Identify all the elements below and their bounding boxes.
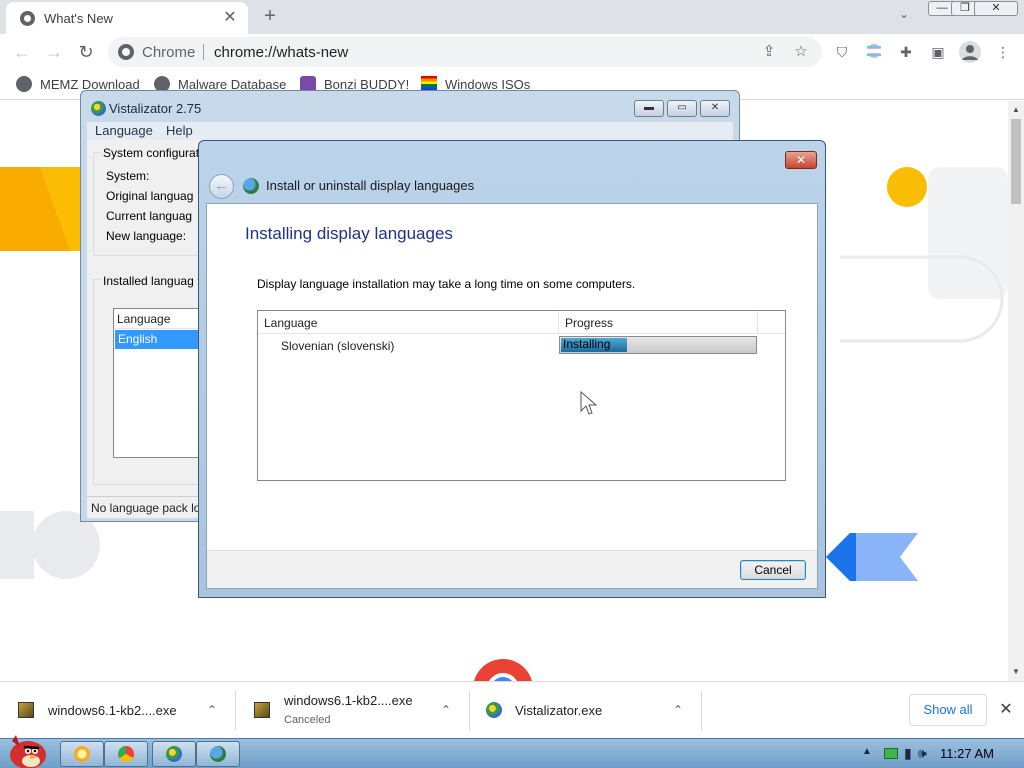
installed-languages-label: Installed languag	[101, 274, 196, 288]
taskbar-vistalizator[interactable]	[152, 741, 196, 767]
taskbar: ▲ ▮ 🕪 11:27 AM	[0, 735, 1024, 768]
window-close-button[interactable]: ✕	[974, 1, 1018, 16]
chrome-site-icon[interactable]	[118, 44, 134, 60]
download-status: Canceled	[284, 714, 331, 726]
page-scrollbar[interactable]: ▲ ▼	[1008, 101, 1024, 681]
column-divider	[757, 311, 758, 334]
vista-minimize-button[interactable]: ▬	[634, 100, 664, 117]
install-progress-bar: Installing	[559, 336, 757, 354]
taskbar-explorer[interactable]	[60, 741, 104, 767]
new-language-label: New language:	[106, 229, 187, 243]
chrome-icon	[118, 746, 134, 762]
scroll-thumb[interactable]	[1011, 119, 1021, 204]
windows-logo-icon	[91, 101, 106, 116]
vistalizator-icon	[166, 746, 182, 762]
current-language-label: Current languag	[106, 209, 193, 223]
chevron-up-icon[interactable]: ⌃	[438, 702, 454, 718]
column-language[interactable]: Language	[264, 316, 317, 330]
cancel-button[interactable]: Cancel	[740, 560, 806, 580]
start-button-angry-bird-icon[interactable]	[4, 731, 50, 768]
system-config-label: System configurat	[101, 146, 202, 160]
dialog-description: Display language installation may take a…	[257, 277, 636, 291]
dialog-close-button[interactable]: ✕	[785, 151, 817, 169]
vistalizator-file-icon	[486, 702, 502, 718]
progress-text: Installing	[563, 337, 611, 351]
row-language-name: Slovenian (slovenski)	[281, 339, 395, 353]
taskbar-chrome[interactable]	[104, 741, 148, 767]
installer-file-icon	[254, 702, 270, 718]
languages-progress-list[interactable]: Language Progress Slovenian (slovenski) …	[257, 310, 786, 481]
menu-help[interactable]: Help	[166, 123, 193, 138]
vista-close-button[interactable]: ✕	[700, 100, 730, 117]
new-tab-button[interactable]: +	[258, 5, 282, 29]
omnibox-chip: Chrome	[142, 44, 196, 61]
power-icon[interactable]: ▮	[904, 745, 912, 762]
profile-icon[interactable]	[959, 41, 981, 63]
install-languages-dialog: ✕ ← Install or uninstall display languag…	[198, 140, 826, 598]
dialog-heading: Installing display languages	[245, 224, 453, 243]
download-item[interactable]: Vistalizator.exe ⌃	[470, 682, 702, 739]
globe-language-icon	[243, 178, 259, 194]
reload-icon[interactable]: ↻	[74, 40, 98, 64]
vista-menubar: Language Help	[87, 122, 733, 140]
installer-file-icon	[18, 702, 34, 718]
list-header: Language Progress	[258, 311, 785, 334]
original-language-label: Original languag	[106, 189, 194, 203]
ublock-icon[interactable]: ⛉	[833, 43, 851, 61]
shelf-close-icon[interactable]: ✕	[996, 700, 1016, 720]
tab-title: What's New	[44, 11, 113, 26]
system-label: System:	[106, 169, 150, 183]
bookmark-star-icon[interactable]: ☆	[792, 43, 810, 61]
download-shelf: windows6.1-kb2....exe ⌃ windows6.1-kb2..…	[0, 681, 1024, 738]
tab-whats-new[interactable]: What's New ✕	[6, 2, 248, 34]
explorer-icon	[74, 746, 90, 762]
tab-close-icon[interactable]: ✕	[220, 8, 240, 28]
forward-icon[interactable]: →	[42, 40, 66, 64]
chrome-favicon-icon	[20, 11, 35, 26]
url-text[interactable]: chrome://whats-new	[214, 44, 348, 61]
tab-bar: What's New ✕ + ⌄ — ❐ ✕	[0, 0, 1024, 34]
language-installer-icon	[210, 746, 226, 762]
vista-maximize-button[interactable]: ▭	[667, 100, 697, 117]
dialog-title: Install or uninstall display languages	[266, 178, 475, 193]
globe-icon	[16, 76, 32, 92]
vistalizator-title: Vistalizator 2.75	[109, 101, 202, 116]
download-filename: windows6.1-kb2....exe	[48, 703, 177, 718]
side-panel-icon[interactable]: ▣	[929, 43, 947, 61]
taskbar-clock[interactable]: 11:27 AM	[940, 746, 994, 761]
taskbar-language-installer[interactable]	[196, 741, 240, 767]
network-icon[interactable]	[884, 748, 898, 759]
show-all-button[interactable]: Show all	[909, 694, 987, 726]
extensions-icon[interactable]: ✚	[897, 43, 915, 61]
scroll-down-icon[interactable]: ▼	[1008, 665, 1024, 679]
menu-icon[interactable]: ⋮	[994, 43, 1012, 61]
browser-toolbar: ← → ↻ Chrome chrome://whats-new ⇪ ☆ ⛉ ✚ …	[0, 34, 1024, 70]
download-filename: Vistalizator.exe	[515, 703, 603, 718]
shelf-divider	[701, 690, 702, 730]
scroll-up-icon[interactable]: ▲	[1008, 103, 1024, 117]
dialog-content: Installing display languages Display lan…	[206, 203, 818, 589]
menu-language[interactable]: Language	[95, 123, 153, 138]
back-arrow-icon[interactable]: ←	[209, 174, 234, 199]
back-icon[interactable]: ←	[10, 40, 34, 64]
column-progress[interactable]: Progress	[565, 316, 613, 330]
download-item[interactable]: windows6.1-kb2....exe Canceled ⌃	[236, 682, 470, 739]
pride-extension-icon[interactable]	[865, 43, 883, 61]
volume-icon[interactable]: 🕪	[918, 745, 927, 762]
omnibox-separator	[203, 44, 204, 60]
mouse-cursor-icon	[580, 391, 598, 415]
column-divider	[558, 311, 559, 334]
chevron-up-icon[interactable]: ⌃	[670, 702, 686, 718]
share-icon[interactable]: ⇪	[760, 43, 778, 61]
dialog-footer: Cancel	[207, 550, 817, 588]
chevron-up-icon[interactable]: ⌃	[204, 702, 220, 718]
show-hidden-icons-icon[interactable]: ▲	[862, 746, 872, 757]
tab-search-chevron-icon[interactable]: ⌄	[893, 7, 915, 27]
address-bar[interactable]: Chrome chrome://whats-new ⇪ ☆	[108, 37, 822, 67]
download-filename: windows6.1-kb2....exe	[284, 693, 413, 708]
